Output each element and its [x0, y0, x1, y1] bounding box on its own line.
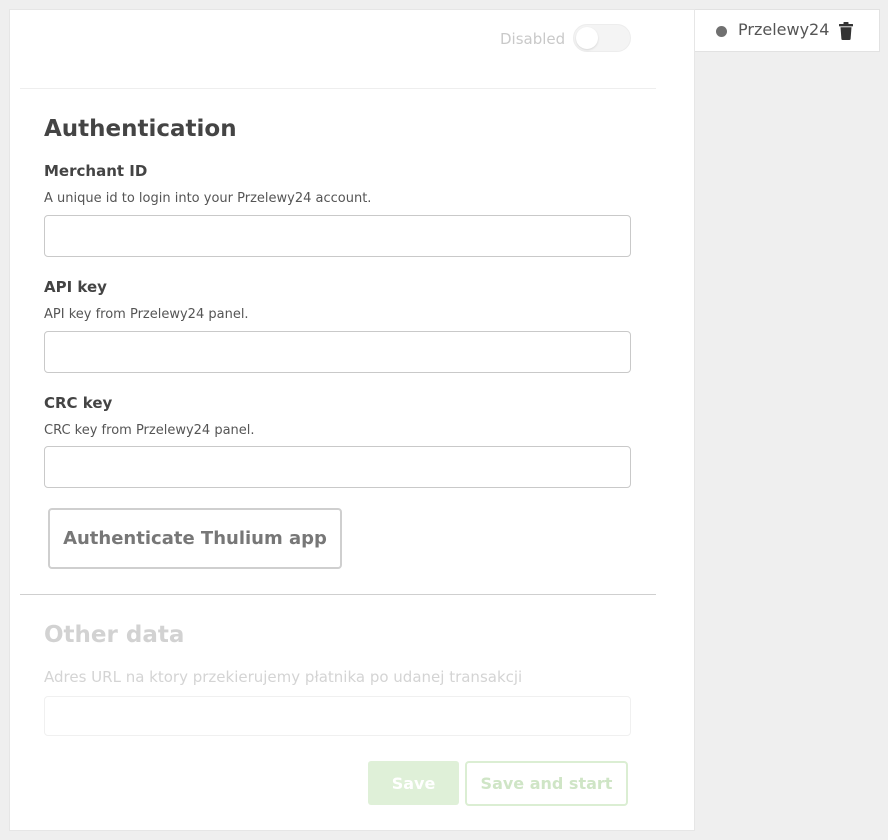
- other-data-title: Other data: [44, 622, 185, 648]
- redirect-url-label: Adres URL na ktory przekierujemy płatnik…: [44, 668, 523, 686]
- redirect-url-input[interactable]: [44, 696, 631, 736]
- integration-tab-label: Przelewy24: [738, 20, 830, 39]
- trash-icon[interactable]: [838, 22, 854, 40]
- merchant-id-help: A unique id to login into your Przelewy2…: [44, 191, 372, 206]
- toggle-knob: [576, 27, 598, 49]
- save-and-start-button[interactable]: Save and start: [465, 761, 628, 806]
- merchant-id-input[interactable]: [44, 215, 631, 257]
- save-button[interactable]: Save: [368, 761, 459, 805]
- api-key-help: API key from Przelewy24 panel.: [44, 307, 249, 322]
- enable-toggle[interactable]: [573, 24, 631, 52]
- api-key-label: API key: [44, 278, 107, 296]
- crc-key-label: CRC key: [44, 394, 113, 412]
- section-divider: [20, 594, 656, 595]
- authenticate-button[interactable]: Authenticate Thulium app: [48, 508, 342, 569]
- header-divider: [20, 88, 656, 89]
- authentication-title: Authentication: [44, 116, 237, 142]
- status-toggle-row: Disabled: [480, 24, 631, 54]
- integration-tab[interactable]: Przelewy24: [695, 9, 880, 52]
- crc-key-input[interactable]: [44, 446, 631, 488]
- api-key-input[interactable]: [44, 331, 631, 373]
- status-dot-icon: [716, 26, 727, 37]
- toggle-label: Disabled: [500, 30, 566, 48]
- merchant-id-label: Merchant ID: [44, 162, 148, 180]
- crc-key-help: CRC key from Przelewy24 panel.: [44, 423, 255, 438]
